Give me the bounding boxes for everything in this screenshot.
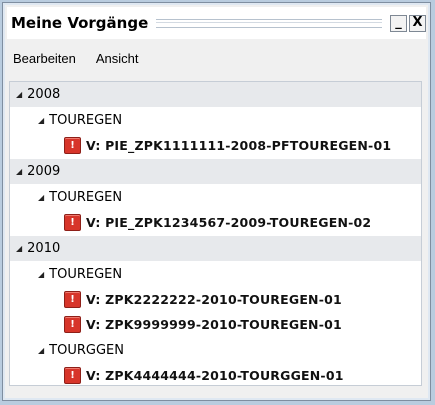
title-grip[interactable]	[156, 18, 382, 28]
menu-bearbeiten[interactable]: Bearbeiten	[7, 51, 90, 66]
tree-node-group[interactable]: ◢ TOUREGEN	[10, 262, 421, 287]
expand-triangle-icon[interactable]: ◢	[38, 193, 44, 202]
stop-icon: !	[64, 316, 81, 333]
tree-node-group[interactable]: ◢ TOUREGEN	[10, 185, 421, 210]
minimize-button[interactable]: _	[390, 14, 407, 32]
menu-bar: Bearbeiten Ansicht	[7, 41, 426, 75]
window: Meine Vorgänge _ X Bearbeiten Ansicht ◢ …	[2, 2, 431, 401]
tree-node-year-2009[interactable]: ◢ 2009	[10, 159, 421, 184]
tree-node-group[interactable]: ◢ TOURGGEN	[10, 338, 421, 363]
tree-leaf-document[interactable]: ! V: ZPK9999999-2010-TOUREGEN-01	[10, 312, 421, 337]
tree-node-year-2008[interactable]: ◢ 2008	[10, 82, 421, 107]
year-label: 2010	[27, 241, 61, 256]
expand-triangle-icon[interactable]: ◢	[16, 90, 22, 99]
expand-triangle-icon[interactable]: ◢	[38, 116, 44, 125]
title-bar[interactable]: Meine Vorgänge _ X	[7, 7, 426, 39]
stop-icon: !	[64, 214, 81, 231]
tree-leaf-document[interactable]: ! V: PIE_ZPK1111111-2008-PFTOUREGEN-01	[10, 133, 421, 158]
expand-triangle-icon[interactable]: ◢	[16, 244, 22, 253]
stop-icon: !	[64, 367, 81, 384]
document-label: V: PIE_ZPK1111111-2008-PFTOUREGEN-01	[86, 138, 392, 153]
document-label: V: ZPK2222222-2010-TOUREGEN-01	[86, 292, 342, 307]
window-title: Meine Vorgänge	[11, 14, 149, 32]
year-label: 2008	[27, 87, 61, 102]
stop-icon: !	[64, 137, 81, 154]
document-label: V: ZPK9999999-2010-TOUREGEN-01	[86, 317, 342, 332]
group-label: TOUREGEN	[49, 113, 123, 128]
expand-triangle-icon[interactable]: ◢	[38, 346, 44, 355]
expand-triangle-icon[interactable]: ◢	[38, 270, 44, 279]
year-label: 2009	[27, 164, 61, 179]
document-label: V: PIE_ZPK1234567-2009-TOUREGEN-02	[86, 215, 372, 230]
stop-icon: !	[64, 291, 81, 308]
group-label: TOUREGEN	[49, 267, 123, 282]
tree-node-year-2010[interactable]: ◢ 2010	[10, 236, 421, 261]
close-button[interactable]: X	[409, 14, 426, 32]
tree-leaf-document[interactable]: ! V: ZPK4444444-2010-TOURGGEN-01	[10, 363, 421, 388]
tree-view[interactable]: ◢ 2008 ◢ TOUREGEN ! V: PIE_ZPK1111111-20…	[9, 81, 422, 386]
group-label: TOURGGEN	[49, 343, 124, 358]
tree-leaf-document[interactable]: ! V: PIE_ZPK1234567-2009-TOUREGEN-02	[10, 210, 421, 235]
expand-triangle-icon[interactable]: ◢	[16, 167, 22, 176]
tree-node-group[interactable]: ◢ TOUREGEN	[10, 108, 421, 133]
menu-ansicht[interactable]: Ansicht	[90, 51, 153, 66]
document-label: V: ZPK4444444-2010-TOURGGEN-01	[86, 368, 344, 383]
group-label: TOUREGEN	[49, 190, 123, 205]
tree-leaf-document[interactable]: ! V: ZPK2222222-2010-TOUREGEN-01	[10, 287, 421, 312]
